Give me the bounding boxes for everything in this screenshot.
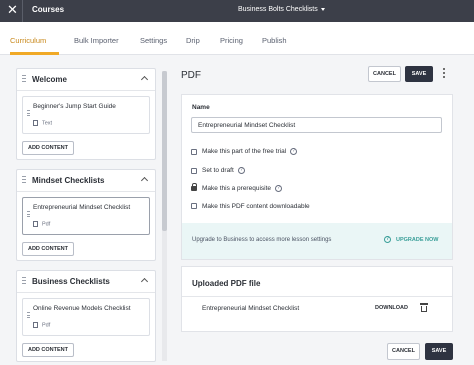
tab-bar: Curriculum Bulk Importer Settings Drip P… xyxy=(0,22,474,55)
help-circle-icon[interactable]: ? xyxy=(290,148,298,155)
free-trial-checkbox[interactable] xyxy=(191,148,197,155)
tab-bulk-importer[interactable]: Bulk Importer xyxy=(74,36,119,45)
lesson-name: Online Revenue Models Checklist xyxy=(33,305,131,312)
help-circle-icon[interactable]: ? xyxy=(237,167,245,174)
caret-down-icon xyxy=(320,7,325,11)
chevron-up-icon[interactable] xyxy=(140,75,149,84)
upgrade-now-button[interactable]: ? UPGRADE NOW xyxy=(384,236,438,243)
page-title: Courses xyxy=(32,5,65,14)
prerequisite-label: Make this a prerequisite xyxy=(202,185,272,193)
lesson-type-label: Pdf xyxy=(42,322,51,329)
lesson-item[interactable]: Beginner's Jump Start Guide Text xyxy=(22,96,150,134)
lesson-name: Entrepreneurial Mindset Checklist xyxy=(33,204,131,211)
top-bar: ✕ Courses Business Bolts Checklists xyxy=(0,0,474,22)
download-button[interactable]: DOWNLOAD xyxy=(375,305,408,311)
section-title: Business Checklists xyxy=(32,277,110,286)
help-circle-icon[interactable]: ? xyxy=(275,185,283,192)
close-icon[interactable]: ✕ xyxy=(7,3,18,17)
section-header[interactable]: Business Checklists xyxy=(17,271,155,293)
add-content-button[interactable]: ADD CONTENT xyxy=(22,242,74,256)
save-button-bottom[interactable]: SAVE xyxy=(425,343,453,360)
course-selector[interactable]: Business Bolts Checklists xyxy=(238,6,325,13)
document-icon xyxy=(33,322,38,328)
lock-icon xyxy=(191,182,197,192)
save-button[interactable]: SAVE xyxy=(405,66,433,82)
lesson-type: Text xyxy=(33,120,52,126)
uploaded-filename: Entrepreneurial Mindset Checklist xyxy=(202,305,300,312)
tab-curriculum[interactable]: Curriculum xyxy=(10,36,46,45)
draft-checkbox[interactable] xyxy=(191,167,197,174)
chevron-up-icon[interactable] xyxy=(140,176,149,185)
topbar-divider xyxy=(22,0,23,22)
section-header[interactable]: Welcome xyxy=(17,69,155,91)
section-card-welcome: Welcome Beginner's Jump Start Guide Text… xyxy=(16,68,156,160)
lesson-type-label: Pdf xyxy=(42,221,51,228)
downloadable-checkbox[interactable] xyxy=(191,203,197,210)
divider xyxy=(182,296,452,297)
upgrade-text: Upgrade to Business to access more lesso… xyxy=(192,237,332,243)
lesson-item-selected[interactable]: Entrepreneurial Mindset Checklist Pdf xyxy=(22,197,150,235)
document-icon xyxy=(33,120,38,126)
help-circle-icon: ? xyxy=(384,236,391,243)
course-selector-label: Business Bolts Checklists xyxy=(238,6,318,13)
name-label: Name xyxy=(192,104,210,111)
add-content-button[interactable]: ADD CONTENT xyxy=(22,343,74,357)
tab-pricing[interactable]: Pricing xyxy=(220,36,243,45)
sidebar-scrollbar-thumb[interactable] xyxy=(162,71,167,231)
drag-handle-icon[interactable] xyxy=(22,277,26,287)
cancel-button[interactable]: CANCEL xyxy=(368,66,401,82)
section-header[interactable]: Mindset Checklists xyxy=(17,170,155,192)
upgrade-now-label: UPGRADE NOW xyxy=(396,236,439,243)
lesson-type-label: Text xyxy=(42,120,53,127)
section-card-business: Business Checklists Online Revenue Model… xyxy=(16,270,156,362)
lesson-item[interactable]: Online Revenue Models Checklist Pdf xyxy=(22,298,150,336)
uploaded-pdf-card: Uploaded PDF file Entrepreneurial Mindse… xyxy=(181,266,453,332)
draft-option[interactable]: Set to draft? xyxy=(191,167,245,174)
drag-handle-icon[interactable] xyxy=(22,75,26,85)
editor-heading: PDF xyxy=(181,70,201,81)
downloadable-option[interactable]: Make this PDF content downloadable xyxy=(191,203,310,210)
drag-handle-icon[interactable] xyxy=(27,110,30,118)
section-card-mindset: Mindset Checklists Entrepreneurial Minds… xyxy=(16,169,156,261)
free-trial-label: Make this part of the free trial xyxy=(202,148,287,156)
cancel-button-bottom[interactable]: CANCEL xyxy=(387,343,420,360)
upgrade-banner: Upgrade to Business to access more lesso… xyxy=(182,223,452,259)
chevron-up-icon[interactable] xyxy=(140,277,149,286)
drag-handle-icon[interactable] xyxy=(27,312,30,320)
downloadable-label: Make this PDF content downloadable xyxy=(202,203,310,210)
tab-drip[interactable]: Drip xyxy=(186,36,200,45)
tab-publish[interactable]: Publish xyxy=(262,36,287,45)
prerequisite-option: Make this a prerequisite? xyxy=(191,182,283,193)
more-vertical-icon[interactable] xyxy=(442,68,446,80)
drag-handle-icon[interactable] xyxy=(22,176,26,186)
add-content-button[interactable]: ADD CONTENT xyxy=(22,141,74,155)
section-title: Welcome xyxy=(32,75,67,84)
free-trial-option[interactable]: Make this part of the free trial? xyxy=(191,148,298,156)
lesson-type: Pdf xyxy=(33,322,50,328)
tab-settings[interactable]: Settings xyxy=(140,36,167,45)
name-input[interactable] xyxy=(191,117,442,133)
draft-label: Set to draft xyxy=(202,167,234,175)
section-title: Mindset Checklists xyxy=(32,176,105,185)
trash-icon[interactable] xyxy=(420,303,428,312)
uploaded-heading: Uploaded PDF file xyxy=(192,279,261,288)
lesson-name: Beginner's Jump Start Guide xyxy=(33,103,116,110)
document-icon xyxy=(33,221,38,227)
drag-handle-icon[interactable] xyxy=(27,211,30,219)
lesson-type: Pdf xyxy=(33,221,50,227)
